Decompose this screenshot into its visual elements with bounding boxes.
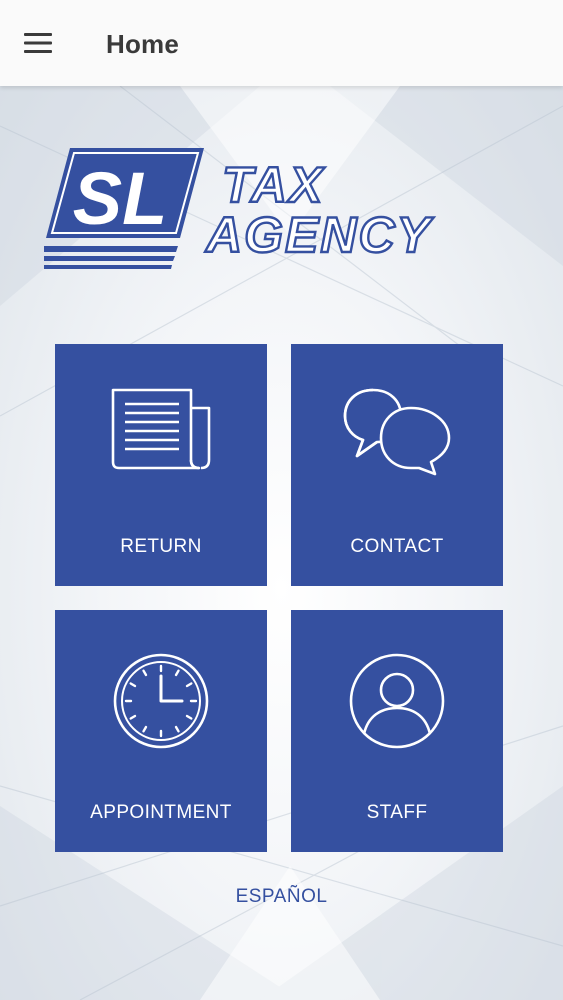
tile-icon-wrap <box>55 610 267 780</box>
tile-icon-wrap <box>291 344 503 514</box>
document-icon <box>111 388 211 470</box>
clock-icon <box>113 653 209 749</box>
staff-tile[interactable]: STAFF <box>291 610 503 852</box>
appointment-tile[interactable]: APPOINTMENT <box>55 610 267 852</box>
hamburger-menu-icon <box>24 33 52 53</box>
menu-button[interactable] <box>24 26 66 60</box>
tile-icon-wrap <box>291 610 503 780</box>
staff-label: STAFF <box>366 802 428 823</box>
logo-text-line1: TAX <box>222 157 325 213</box>
return-label: RETURN <box>120 536 202 557</box>
top-app-bar: Home <box>0 0 563 86</box>
company-logo: SL TAX AGENCY <box>42 146 524 276</box>
speech-bubbles-icon <box>343 388 451 476</box>
language-link-container: ESPAÑOL <box>0 884 563 910</box>
person-icon <box>349 653 445 749</box>
page-title: Home <box>106 29 180 59</box>
contact-label: CONTACT <box>350 536 444 557</box>
tile-icon-wrap <box>55 344 267 514</box>
contact-tile[interactable]: CONTACT <box>291 344 503 586</box>
appointment-label: APPOINTMENT <box>90 802 232 823</box>
home-screen: Home SL TAX AGENCY RETURN CONTACT APPOIN… <box>0 0 563 1000</box>
espanol-link[interactable]: ESPAÑOL <box>230 884 334 910</box>
logo-initials: SL <box>73 157 168 240</box>
return-tile[interactable]: RETURN <box>55 344 267 586</box>
logo-text-line2: AGENCY <box>204 207 435 263</box>
